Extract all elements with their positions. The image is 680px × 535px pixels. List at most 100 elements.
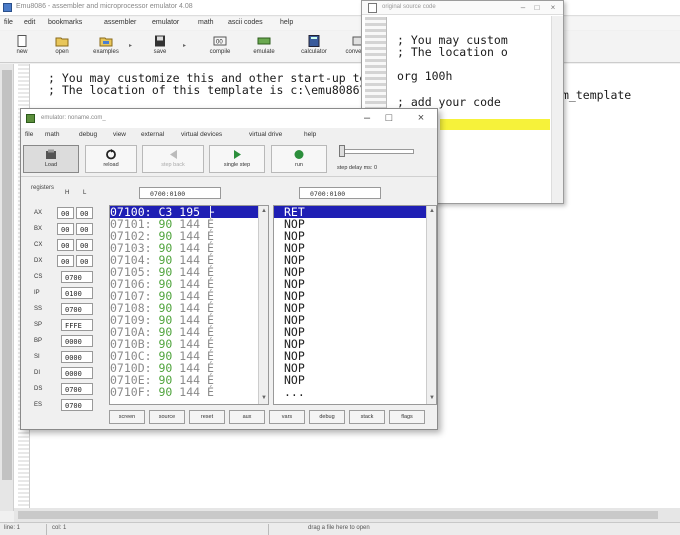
- screen-button[interactable]: screen: [109, 410, 145, 424]
- step-delay-slider-track[interactable]: [339, 149, 414, 154]
- close-icon[interactable]: ×: [411, 111, 431, 126]
- new-file-icon: [17, 35, 27, 47]
- memory-address-field[interactable]: 0700:0100: [139, 187, 221, 199]
- scroll-down-icon[interactable]: ▼: [260, 394, 268, 402]
- compile-button[interactable]: 00 compile: [198, 34, 242, 61]
- disassembly-address-field[interactable]: 0700:0100: [299, 187, 381, 199]
- register-row-ss: SS 0700: [21, 303, 109, 317]
- single-step-button[interactable]: single step: [209, 145, 265, 173]
- source-vertical-scrollbar[interactable]: [551, 16, 563, 203]
- register-value[interactable]: 0700: [61, 383, 93, 395]
- register-value[interactable]: 0700: [61, 303, 93, 315]
- memory-row[interactable]: 0710F: 90 144 É: [110, 386, 258, 398]
- emu-menu-math[interactable]: math: [45, 131, 59, 138]
- run-icon: [294, 150, 304, 159]
- save-button[interactable]: save ▸: [138, 34, 186, 61]
- save-label: save: [153, 49, 167, 55]
- menu-file[interactable]: file: [4, 19, 13, 26]
- minimize-icon[interactable]: –: [357, 111, 377, 126]
- flags-button[interactable]: flags: [389, 410, 425, 424]
- register-name: SP: [34, 322, 43, 328]
- minimize-icon[interactable]: –: [518, 3, 528, 13]
- disassembly-scrollbar[interactable]: ▲ ▼: [426, 206, 436, 404]
- load-button[interactable]: Load: [23, 145, 79, 173]
- scroll-up-icon[interactable]: ▲: [428, 207, 436, 215]
- source-button[interactable]: source: [149, 410, 185, 424]
- emulator-window[interactable]: emulator: noname.com_ – □ × file math de…: [20, 108, 438, 430]
- svg-text:00: 00: [216, 40, 223, 46]
- memory-char: É: [207, 385, 214, 399]
- menu-edit[interactable]: edit: [24, 19, 35, 26]
- emu-menu-virtual-drive[interactable]: virtual drive: [249, 131, 282, 138]
- reset-button[interactable]: reset: [189, 410, 225, 424]
- examples-button[interactable]: examples ▸: [84, 34, 132, 61]
- debug-button[interactable]: debug: [309, 410, 345, 424]
- scroll-thumb[interactable]: [2, 70, 12, 480]
- maximize-icon[interactable]: □: [532, 3, 542, 13]
- source-title-bar[interactable]: original source code – □ ×: [362, 1, 563, 15]
- emu-menu-file[interactable]: file: [25, 131, 33, 138]
- close-icon[interactable]: ×: [548, 3, 558, 13]
- open-button[interactable]: open: [40, 34, 84, 61]
- chevron-down-icon[interactable]: ▸: [183, 42, 186, 49]
- register-high-byte[interactable]: 00: [57, 255, 74, 267]
- register-value[interactable]: 0000: [61, 335, 93, 347]
- disassembly-row[interactable]: ...: [274, 386, 426, 398]
- memory-list[interactable]: 07100: C3 195 ├ 07101: 90 144 É 07102: 90 …: [109, 205, 269, 405]
- emulator-title-bar[interactable]: emulator: noname.com_ – □ ×: [21, 109, 437, 128]
- menu-math[interactable]: math: [198, 19, 214, 26]
- register-value[interactable]: 0000: [61, 351, 93, 363]
- register-value[interactable]: 0100: [61, 287, 93, 299]
- source-window-title: original source code: [382, 4, 436, 10]
- reload-button[interactable]: reload: [85, 145, 137, 173]
- save-icon: [155, 35, 165, 47]
- scroll-thumb[interactable]: [18, 511, 658, 519]
- step-delay-slider-knob[interactable]: [339, 145, 345, 157]
- emu-menu-virtual-devices[interactable]: virtual devices: [181, 131, 222, 138]
- calculator-button[interactable]: calculator: [292, 34, 336, 61]
- editor-vertical-scrollbar[interactable]: [0, 64, 14, 511]
- register-high-byte[interactable]: 00: [57, 223, 74, 235]
- scroll-up-icon[interactable]: ▲: [260, 207, 268, 215]
- high-byte-label: H: [65, 190, 70, 196]
- emu-menu-external[interactable]: external: [141, 131, 164, 138]
- register-value[interactable]: 0700: [61, 271, 93, 283]
- stack-button[interactable]: stack: [349, 410, 385, 424]
- vars-button[interactable]: vars: [269, 410, 305, 424]
- main-window-title: Emu8086 - assembler and microprocessor e…: [16, 3, 193, 10]
- memory-scrollbar[interactable]: ▲ ▼: [258, 206, 268, 404]
- register-value[interactable]: 0700: [61, 399, 93, 411]
- menu-help[interactable]: help: [280, 19, 293, 26]
- menu-bookmarks[interactable]: bookmarks: [48, 19, 82, 26]
- new-button[interactable]: new: [0, 34, 44, 61]
- register-value[interactable]: 0000: [61, 367, 93, 379]
- emu-menu-debug[interactable]: debug: [79, 131, 97, 138]
- register-low-byte[interactable]: 00: [76, 255, 93, 267]
- chevron-down-icon[interactable]: ▸: [129, 42, 132, 49]
- register-low-byte[interactable]: 00: [76, 207, 93, 219]
- emulate-button[interactable]: emulate: [242, 34, 286, 61]
- step-back-button[interactable]: step back: [142, 145, 204, 173]
- maximize-icon[interactable]: □: [379, 111, 399, 126]
- editor-horizontal-scrollbar[interactable]: [14, 508, 680, 522]
- reload-icon: [106, 149, 116, 160]
- register-high-byte[interactable]: 00: [57, 207, 74, 219]
- menu-assembler[interactable]: assembler: [104, 19, 136, 26]
- single-step-icon: [234, 150, 241, 159]
- register-low-byte[interactable]: 00: [76, 223, 93, 235]
- register-value[interactable]: FFFE: [61, 319, 93, 331]
- calculator-icon: [308, 35, 320, 47]
- aux-button[interactable]: aux: [229, 410, 265, 424]
- load-label: Load: [44, 162, 58, 168]
- register-high-byte[interactable]: 00: [57, 239, 74, 251]
- run-button[interactable]: run: [271, 145, 327, 173]
- register-low-byte[interactable]: 00: [76, 239, 93, 251]
- emu-menu-help[interactable]: help: [304, 131, 316, 138]
- scroll-down-icon[interactable]: ▼: [428, 394, 436, 402]
- register-row-cs: CS 0700: [21, 271, 109, 285]
- document-icon: [368, 3, 377, 13]
- menu-ascii-codes[interactable]: ascii codes: [228, 19, 263, 26]
- disassembly-list[interactable]: RET NOP NOP NOP NOP NOP NOP NOP NOP NOP NOP NOP NOP N…: [273, 205, 437, 405]
- emu-menu-view[interactable]: view: [113, 131, 126, 138]
- menu-emulator[interactable]: emulator: [152, 19, 179, 26]
